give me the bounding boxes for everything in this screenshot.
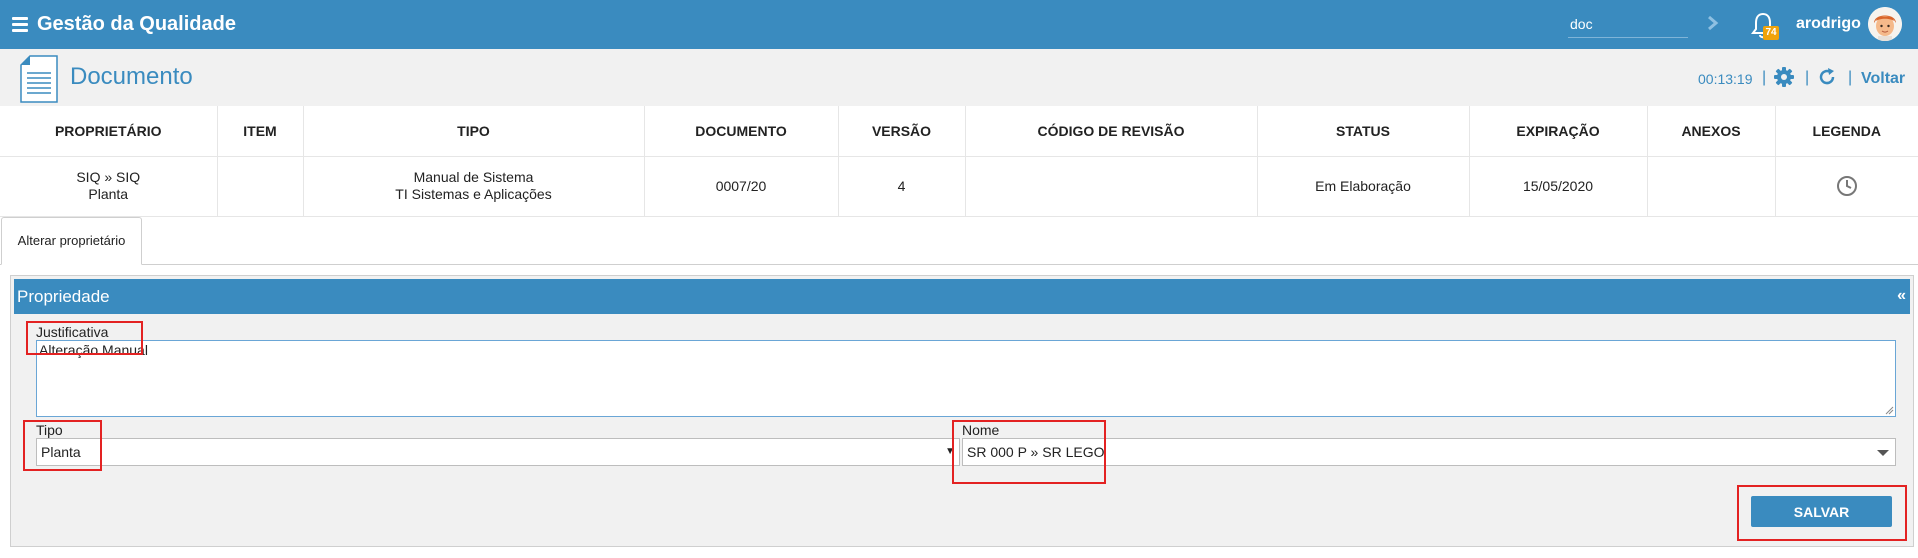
- column-header: LEGENDA: [1775, 106, 1918, 157]
- session-timer: 00:13:19: [1698, 71, 1753, 87]
- column-header: ANEXOS: [1647, 106, 1776, 157]
- collapse-button[interactable]: «: [1897, 287, 1906, 305]
- cell-status: Em Elaboração: [1257, 156, 1470, 217]
- back-link[interactable]: Voltar: [1861, 70, 1905, 88]
- column-header: STATUS: [1257, 106, 1470, 157]
- proprietario-type: Planta: [88, 186, 129, 202]
- nome-select[interactable]: SR 000 P » SR LEGO: [962, 438, 1896, 466]
- document-icon: [20, 55, 58, 103]
- clock-icon: [1836, 176, 1857, 196]
- table-header-row: PROPRIETÁRIO ITEM TIPO DOCUMENTO VERSÃO …: [0, 106, 1918, 157]
- resize-grip-icon[interactable]: [1885, 406, 1894, 415]
- page-title: Documento: [70, 63, 193, 90]
- avatar-icon: [1868, 7, 1902, 41]
- column-header: VERSÃO: [838, 106, 966, 157]
- column-header: CÓDIGO DE REVISÃO: [965, 106, 1258, 157]
- propriedade-panel: Propriedade « Justificativa Alteração Ma…: [10, 275, 1914, 547]
- tipo-name: Manual de Sistema: [413, 169, 534, 185]
- tab-bar: Alterar proprietário: [0, 217, 1918, 265]
- notification-badge: 74: [1763, 26, 1779, 40]
- dropdown-caret-icon: [1877, 450, 1889, 456]
- search-input[interactable]: [1568, 10, 1688, 38]
- cell-proprietario: SIQ » SIQ Planta: [0, 156, 218, 217]
- column-header: EXPIRAÇÃO: [1469, 106, 1648, 157]
- justificativa-label: Justificativa: [36, 324, 109, 340]
- nome-label: Nome: [962, 422, 1000, 438]
- column-header: DOCUMENTO: [644, 106, 839, 157]
- separator: |: [1762, 69, 1767, 86]
- tipo-select-value: Planta: [41, 444, 81, 460]
- cell-codigo-revisao: [965, 156, 1258, 217]
- tipo-category: TI Sistemas e Aplicações: [395, 186, 552, 202]
- dropdown-caret-icon: ▼: [945, 446, 955, 457]
- tipo-select[interactable]: Planta ▼: [36, 438, 960, 466]
- tipo-label: Tipo: [36, 422, 63, 438]
- cell-item: [217, 156, 304, 217]
- panel-title: Propriedade: [17, 287, 110, 306]
- gear-icon[interactable]: [1774, 67, 1794, 87]
- cell-versao: 4: [838, 156, 966, 217]
- username[interactable]: arodrigo: [1796, 15, 1861, 33]
- separator: |: [1848, 69, 1853, 86]
- cell-anexos: [1647, 156, 1776, 217]
- cell-legenda: [1775, 156, 1918, 217]
- justificativa-field[interactable]: Alteração Manual: [36, 340, 1896, 417]
- page-header: Documento 00:13:19 | | | Voltar: [0, 49, 1918, 106]
- proprietario-path: SIQ » SIQ: [76, 169, 141, 185]
- tab-alterar-proprietario[interactable]: Alterar proprietário: [1, 217, 142, 265]
- panel-header: Propriedade «: [14, 279, 1910, 314]
- app-title: Gestão da Qualidade: [37, 13, 236, 35]
- column-header: PROPRIETÁRIO: [0, 106, 218, 157]
- column-header: TIPO: [303, 106, 645, 157]
- document-info-table: PROPRIETÁRIO ITEM TIPO DOCUMENTO VERSÃO …: [0, 106, 1918, 217]
- cell-tipo: Manual de Sistema TI Sistemas e Aplicaçõ…: [303, 156, 645, 217]
- hamburger-menu-icon[interactable]: [12, 17, 28, 32]
- table-row: SIQ » SIQ Planta Manual de Sistema TI Si…: [0, 156, 1918, 217]
- avatar[interactable]: [1868, 7, 1902, 41]
- column-header: ITEM: [217, 106, 304, 157]
- chevron-right-icon[interactable]: [1703, 12, 1723, 34]
- cell-expiracao: 15/05/2020: [1469, 156, 1648, 217]
- cell-documento: 0007/20: [644, 156, 839, 217]
- refresh-icon[interactable]: [1817, 67, 1837, 87]
- save-button[interactable]: SALVAR: [1751, 496, 1892, 527]
- nome-select-value: SR 000 P » SR LEGO: [967, 444, 1105, 460]
- separator: |: [1805, 69, 1810, 86]
- top-bar: Gestão da Qualidade 74 arodrigo: [0, 0, 1918, 49]
